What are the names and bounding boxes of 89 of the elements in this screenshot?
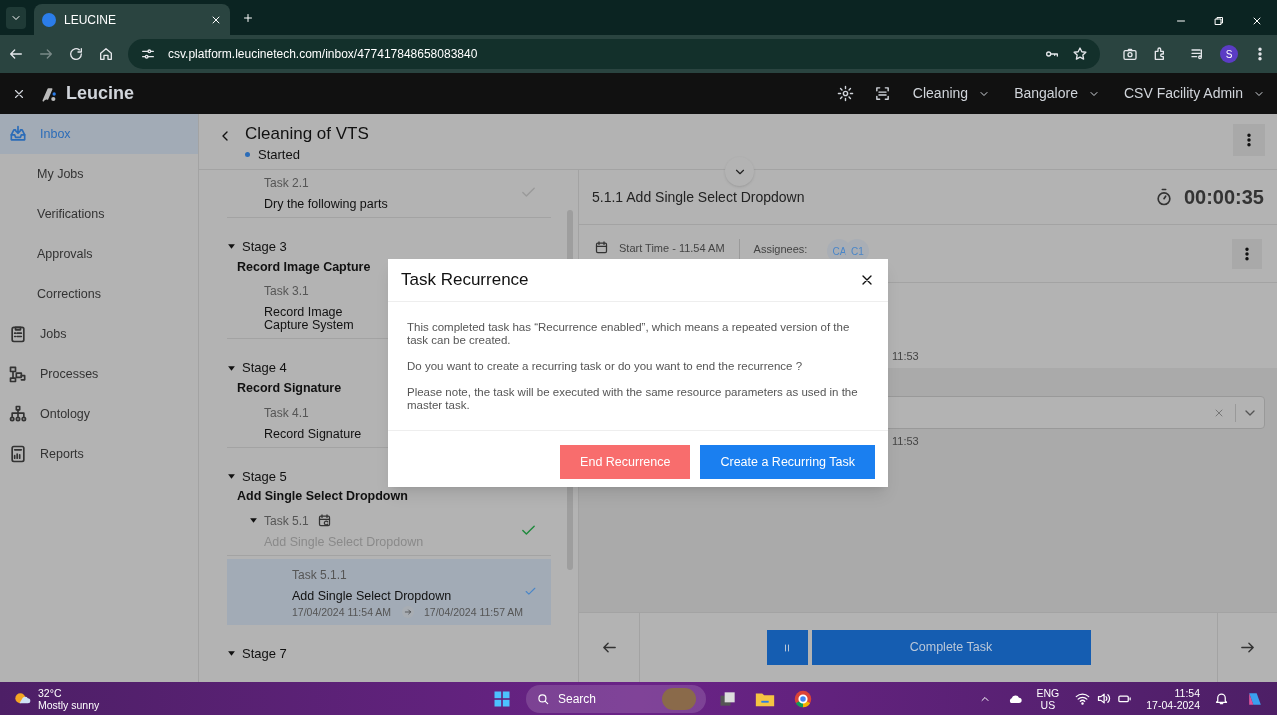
site-favicon-icon bbox=[42, 12, 56, 27]
caret-down-icon[interactable] bbox=[249, 516, 258, 526]
task-item[interactable]: Task 5.1.1 Add Single Select Dropdown 17/04/2024 11:54 AM 17/04/2024 11:57 AM bbox=[227, 558, 551, 625]
language-indicator[interactable]: ENG US bbox=[1036, 686, 1060, 711]
scan-icon[interactable] bbox=[873, 85, 891, 102]
stage-title: Add Single Select Dropdown bbox=[237, 488, 408, 505]
header-dropdown[interactable]: CSV Facility Admin bbox=[1123, 83, 1265, 104]
camera-icon[interactable] bbox=[1122, 46, 1138, 62]
pause-button[interactable] bbox=[766, 630, 808, 665]
taskbar-search[interactable]: Search bbox=[526, 684, 706, 713]
flowchart-icon bbox=[8, 364, 28, 384]
new-tab-icon[interactable] bbox=[242, 12, 254, 24]
browser-tab[interactable]: LEUCINE bbox=[34, 4, 230, 35]
task-number: Task 5.1.1 bbox=[292, 566, 347, 584]
star-icon[interactable] bbox=[1072, 46, 1088, 62]
time-text: 11:53 bbox=[892, 434, 920, 449]
settings-icon[interactable] bbox=[836, 85, 854, 102]
task-title: Record Image Capture System bbox=[264, 306, 355, 333]
calendar-icon bbox=[594, 240, 609, 255]
sidebar-item[interactable]: My Jobs bbox=[0, 154, 198, 194]
task-title: Record Signature bbox=[264, 427, 362, 441]
report-icon bbox=[8, 444, 28, 464]
sidebar-item[interactable]: Approvals bbox=[0, 234, 198, 274]
task-number: Task 5.1 bbox=[264, 512, 309, 530]
search-icon bbox=[536, 691, 550, 706]
stage-label: Stage 3 bbox=[242, 238, 287, 256]
bell-icon[interactable] bbox=[1214, 691, 1229, 706]
temperature-text: 32°C bbox=[38, 686, 63, 699]
task-title: Dry the following parts bbox=[264, 198, 388, 211]
more-options-button[interactable] bbox=[1233, 124, 1265, 156]
task-title: Add Single Select Dropdown bbox=[292, 589, 452, 603]
time-text: 11:53 bbox=[892, 350, 919, 362]
stage-label: Stage 4 bbox=[242, 359, 287, 378]
more-options-button[interactable] bbox=[1232, 239, 1262, 269]
task-item[interactable]: Task 2.1 Dry the following parts bbox=[227, 170, 551, 217]
site-settings-icon[interactable] bbox=[140, 46, 156, 62]
arrow-right-icon bbox=[402, 605, 414, 618]
modal-text: Please note, the task will be executed with the same resource parameters as used in the master task. bbox=[407, 386, 859, 412]
clock[interactable]: 11:54 17-04-2024 bbox=[1146, 686, 1200, 711]
modal-text: This completed task has “Recurrence enabled”, which means a repeated version of the task can be created. bbox=[407, 321, 851, 347]
restore-icon[interactable] bbox=[1213, 15, 1225, 27]
back-icon[interactable] bbox=[8, 46, 24, 62]
url-text: csv.platform.leucinetech.com/inbox/477417848658083840 bbox=[168, 46, 479, 63]
sidebar-item[interactable]: Corrections bbox=[0, 274, 198, 314]
volume-icon[interactable] bbox=[1096, 691, 1112, 706]
caret-down-icon[interactable] bbox=[227, 242, 236, 252]
sidebar-item[interactable]: Verifications bbox=[0, 194, 198, 234]
start-time: Start Time - 11.54 AM bbox=[619, 241, 725, 256]
stage-title: Record Image Capture bbox=[237, 258, 371, 276]
weather-text: Mostly sunny bbox=[38, 698, 101, 711]
caret-down-icon[interactable] bbox=[227, 649, 236, 658]
header-dropdown[interactable]: Cleaning bbox=[912, 83, 991, 104]
inbox-icon bbox=[8, 124, 28, 144]
close-icon[interactable] bbox=[1251, 15, 1263, 27]
complete-task-button[interactable]: Complete Task bbox=[811, 630, 1091, 665]
sidebar-item[interactable]: Reports bbox=[0, 434, 198, 474]
task-number: Task 4.1 bbox=[264, 404, 309, 422]
task-heading: 5.1.1 Add Single Select Dropdown bbox=[592, 187, 806, 207]
stage-label: Stage 5 bbox=[242, 467, 287, 486]
profile-avatar[interactable]: S bbox=[1220, 45, 1238, 63]
clipboard-icon bbox=[8, 324, 28, 344]
dialog-title: Task Recurrence bbox=[401, 269, 530, 292]
sidebar-item[interactable]: Processes bbox=[0, 354, 198, 394]
reload-icon[interactable] bbox=[68, 46, 84, 62]
wifi-icon[interactable] bbox=[1075, 691, 1091, 706]
modal-text: Do you want to create a recurring task or do you want to end the recurrence ? bbox=[407, 360, 804, 373]
task-number: Task 2.1 bbox=[264, 175, 309, 192]
job-status: Started bbox=[258, 146, 300, 164]
home-icon[interactable] bbox=[98, 46, 114, 62]
job-title: Cleaning of VTS bbox=[245, 124, 369, 144]
stage-label: Stage 7 bbox=[242, 644, 287, 663]
app-logo-text: Leucine bbox=[66, 82, 135, 105]
tab-title: LEUCINE bbox=[64, 11, 117, 29]
modal-button[interactable]: Create a Recurring Task bbox=[700, 445, 875, 479]
address-bar[interactable]: csv.platform.leucinetech.com/inbox/477417848658083840 bbox=[128, 39, 1100, 69]
task-timer: 00:00:35 bbox=[1183, 185, 1264, 210]
header-dropdown[interactable]: Bangalore bbox=[1014, 83, 1100, 104]
task-start-time: 17/04/2024 11:54 AM bbox=[292, 606, 392, 617]
sidebar-item[interactable]: Jobs bbox=[0, 314, 198, 354]
sidebar-item[interactable]: Ontology bbox=[0, 394, 198, 434]
task-number: Task 3.1 bbox=[264, 283, 309, 301]
forward-icon[interactable] bbox=[38, 46, 54, 62]
hierarchy-icon bbox=[8, 404, 28, 424]
caret-down-icon[interactable] bbox=[227, 363, 236, 373]
stage-title: Record Signature bbox=[237, 379, 342, 397]
tab-list-button[interactable] bbox=[6, 7, 26, 29]
task-end-time: 17/04/2024 11:57 AM bbox=[424, 606, 524, 617]
caret-down-icon[interactable] bbox=[227, 471, 236, 481]
assignees-label: Assignees: bbox=[753, 242, 808, 257]
